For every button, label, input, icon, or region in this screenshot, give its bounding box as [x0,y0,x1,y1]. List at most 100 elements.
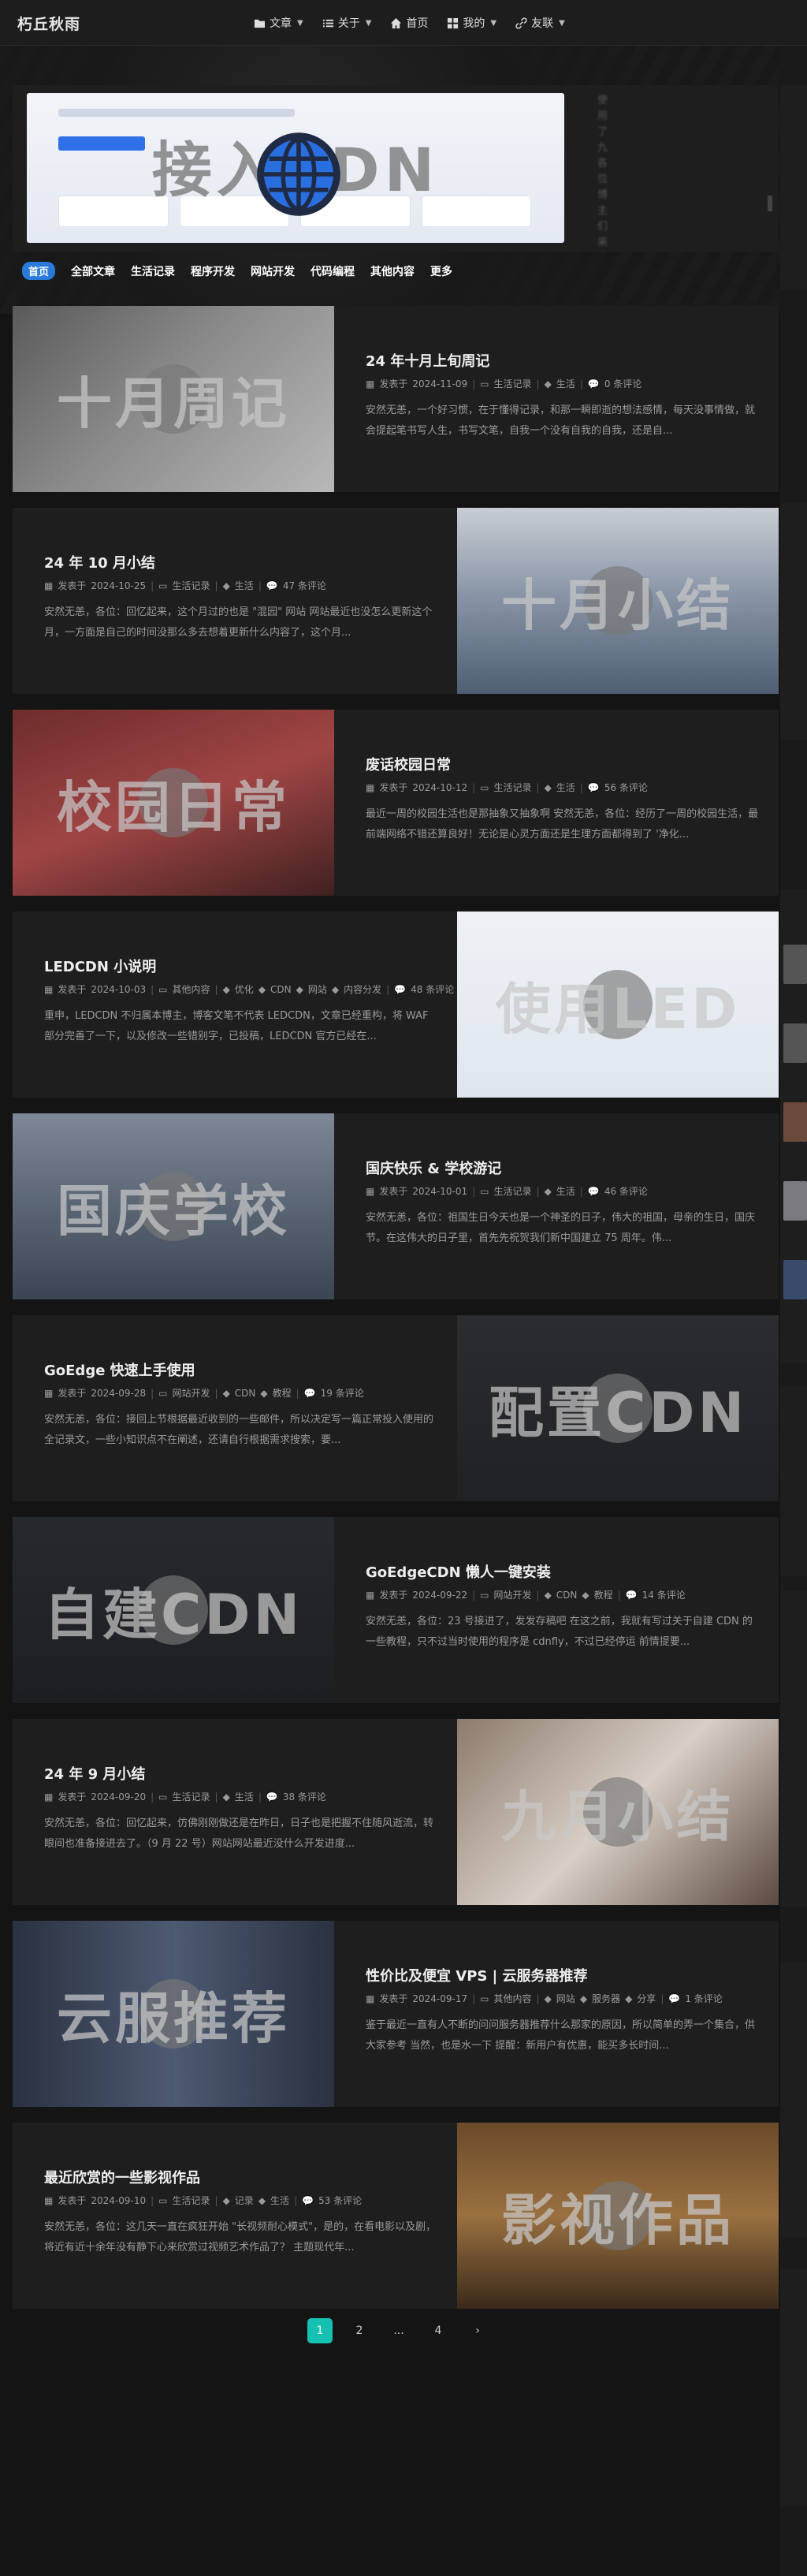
post-thumbnail[interactable]: 自建CDN [13,1517,334,1703]
post-card[interactable]: 九月小结 24 年 9 月小结 ▦ 发表于 2024-09-20 | ▭ 生活记录 | ◆ 生活 | 💬… [13,1719,779,1905]
top-navbar: 朽丘秋雨 文章 ▼ 关于 ▼ 首页 我的 ▼ 友联 ▼ [0,0,807,46]
post-tag[interactable]: 网站 [308,982,327,996]
post-tag[interactable]: 生活 [556,781,575,794]
post-thumbnail[interactable]: 配置CDN [457,1315,779,1501]
post-title[interactable]: 24 年 10 月小结 [44,552,155,572]
nav-item-mine[interactable]: 我的 ▼ [447,15,496,31]
post-title[interactable]: LEDCDN 小说明 [44,956,156,976]
post-category[interactable]: 生活记录 [494,377,532,390]
post-category[interactable]: 生活记录 [173,579,210,592]
post-tag[interactable]: 内容分发 [344,982,381,996]
post-category[interactable]: 生活记录 [173,2194,210,2207]
post-thumbnail[interactable]: 十月周记 [13,306,334,492]
post-thumbnail[interactable]: 十月小结 [457,508,779,694]
tab-all[interactable]: 全部文章 [71,263,115,279]
post-tag[interactable]: 生活 [235,579,254,592]
home-icon [391,17,402,28]
post-tag[interactable]: 教程 [273,1386,292,1400]
category-icon: ▭ [158,983,168,995]
post-tag[interactable]: 分享 [637,1992,656,2005]
banner-scroll-indicator[interactable] [768,196,772,211]
page-button[interactable]: 4 [426,2318,451,2343]
nav-item-articles[interactable]: 文章 ▼ [254,15,303,31]
tab-program[interactable]: 程序开发 [191,263,235,279]
post-comments[interactable]: 14 条评论 [642,1588,686,1601]
post-title[interactable]: GoEdgeCDN 懒人一键安装 [366,1561,551,1582]
post-title[interactable]: 国庆快乐 & 学校游记 [366,1158,501,1178]
post-tag[interactable]: CDN [270,984,292,995]
page-button[interactable]: 2 [347,2318,372,2343]
post-category[interactable]: 其他内容 [173,982,210,996]
tab-home[interactable]: 首页 [22,262,56,280]
post-card[interactable]: 使用LED LEDCDN 小说明 ▦ 发表于 2024-10-03 | ▭ 其他内容 | ◆ 优化 ◆… [13,911,779,1098]
post-category[interactable]: 网站开发 [494,1588,532,1601]
next-page-button[interactable]: › [465,2318,490,2343]
post-excerpt: 重申，LEDCDN 不归属本博主，博客文笔不代表 LEDCDN，文章已经重构，将… [44,1010,429,1042]
post-card[interactable]: 校园日常 废话校园日常 ▦ 发表于 2024-10-12 | ▭ 生活记录 | ◆ 生活 | 💬 56 条… [13,710,779,896]
post-title[interactable]: 最近欣赏的一些影视作品 [44,2167,200,2187]
post-card[interactable]: 十月小结 24 年 10 月小结 ▦ 发表于 2024-10-25 | ▭ 生活记录 | ◆ 生活 |… [13,508,779,694]
post-title[interactable]: 24 年 9 月小结 [44,1763,145,1784]
post-cover-text: 使用LED [495,976,741,1042]
nav-item-home[interactable]: 首页 [390,15,428,31]
tab-life[interactable]: 生活记录 [131,263,175,279]
post-card[interactable]: 配置CDN GoEdge 快速上手使用 ▦ 发表于 2024-09-28 | ▭ 网站开发 | ◆… [13,1315,779,1501]
post-card[interactable]: 国庆学校 国庆快乐 & 学校游记 ▦ 发表于 2024-10-01 | ▭ 生活记录 | ◆ 生活 |… [13,1113,779,1299]
post-category[interactable]: 网站开发 [173,1386,210,1400]
post-comments[interactable]: 48 条评论 [411,982,454,996]
post-title[interactable]: 24 年十月上旬周记 [366,350,489,371]
tab-web[interactable]: 网站开发 [251,263,295,279]
tab-code[interactable]: 代码编程 [311,263,355,279]
post-title[interactable]: GoEdge 快速上手使用 [44,1359,195,1380]
post-title[interactable]: 废话校园日常 [366,754,451,774]
post-tag[interactable]: 记录 [235,2194,254,2207]
post-category[interactable]: 生活记录 [494,781,532,794]
featured-banner[interactable]: 接入CDN 使用了九各位博主们来商接供CDN加速的服务 [13,85,779,252]
post-category[interactable]: 其他内容 [494,1992,532,2005]
post-tag[interactable]: 生活 [270,2194,289,2207]
post-category[interactable]: 生活记录 [173,1790,210,1803]
post-comments[interactable]: 19 条评论 [321,1386,364,1400]
post-card[interactable]: 自建CDN GoEdgeCDN 懒人一键安装 ▦ 发表于 2024-09-22 | ▭ 网站开… [13,1517,779,1703]
post-card[interactable]: 十月周记 24 年十月上旬周记 ▦ 发表于 2024-11-09 | ▭ 生活记录 | ◆ 生活 | 💬… [13,306,779,492]
post-thumbnail[interactable]: 使用LED [457,911,779,1098]
post-thumbnail[interactable]: 国庆学校 [13,1113,334,1299]
comment-icon: 💬 [587,781,600,793]
post-tag[interactable]: 优化 [235,982,254,996]
page-button[interactable]: 1 [307,2318,333,2343]
site-logo[interactable]: 朽丘秋雨 [17,13,80,34]
post-cover-text: 十月小结 [501,572,734,638]
category-tabs: 首页 全部文章 生活记录 程序开发 网站开发 代码编程 其他内容 更多 [22,262,452,280]
nav-item-friends[interactable]: 友联 ▼ [515,15,565,31]
post-card[interactable]: 影视作品 最近欣赏的一些影视作品 ▦ 发表于 2024-09-10 | ▭ 生活记录 | ◆ 记录 ◆… [13,2123,779,2309]
post-comments[interactable]: 47 条评论 [283,579,326,592]
post-comments[interactable]: 0 条评论 [604,377,642,390]
post-comments[interactable]: 1 条评论 [685,1992,722,2005]
post-tag[interactable]: 生活 [556,377,575,390]
post-tag[interactable]: 教程 [594,1588,613,1601]
post-comments[interactable]: 46 条评论 [604,1184,648,1198]
post-thumbnail[interactable]: 影视作品 [457,2123,779,2309]
post-tag[interactable]: 网站 [556,1992,575,2005]
post-tag[interactable]: 服务器 [592,1992,620,2005]
post-thumbnail[interactable]: 九月小结 [457,1719,779,1905]
tab-other[interactable]: 其他内容 [370,263,415,279]
banner-side-char: 各 [597,158,608,170]
nav-item-about[interactable]: 关于 ▼ [322,15,371,31]
post-tag[interactable]: 生活 [235,1790,254,1803]
post-thumbnail[interactable]: 云服推荐 [13,1921,334,2107]
post-card[interactable]: 云服推荐 性价比及便宜 VPS | 云服务器推荐 ▦ 发表于 2024-09-17 | ▭ 其… [13,1921,779,2107]
post-tag[interactable]: 生活 [556,1184,575,1198]
post-comments[interactable]: 53 条评论 [318,2194,362,2207]
banner-side-text: 使用了九各位博主们来商接供CDN加速的服务 [597,85,638,252]
banner-side-char: 博 [597,189,608,201]
post-comments[interactable]: 38 条评论 [283,1790,326,1803]
post-thumbnail[interactable]: 校园日常 [13,710,334,896]
post-tag[interactable]: CDN [235,1388,256,1399]
post-title[interactable]: 性价比及便宜 VPS | 云服务器推荐 [366,1965,587,1985]
comment-icon: 💬 [302,2194,314,2206]
post-tag[interactable]: CDN [556,1590,578,1601]
post-category[interactable]: 生活记录 [494,1184,532,1198]
post-comments[interactable]: 56 条评论 [604,781,648,794]
tab-more[interactable]: 更多 [430,263,452,279]
